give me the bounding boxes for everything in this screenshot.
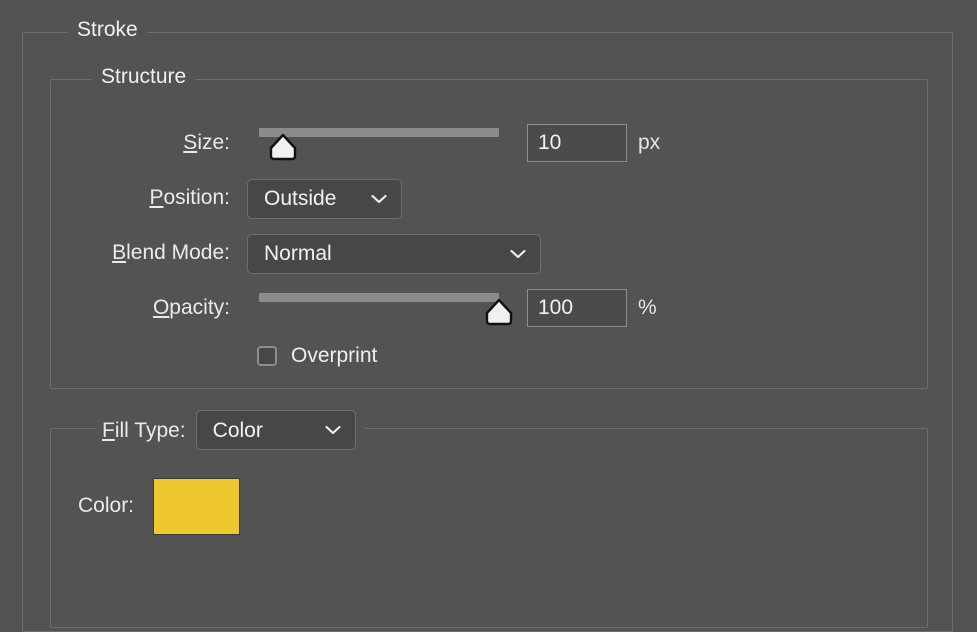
position-dropdown[interactable]: Outside xyxy=(247,179,402,219)
blend-mode-label-mnemonic: B xyxy=(112,241,127,264)
overprint-checkbox-row[interactable]: Overprint xyxy=(257,344,377,368)
fill-type-label: Fill Type: xyxy=(102,420,186,441)
fill-type-group-legend: Fill Type: Color xyxy=(96,410,365,450)
fill-type-label-text: ill Type: xyxy=(114,418,186,442)
color-label: Color: xyxy=(78,494,135,517)
overprint-checkbox[interactable] xyxy=(257,346,277,366)
position-label-mnemonic: P xyxy=(149,186,164,209)
chevron-down-icon xyxy=(325,425,341,435)
stroke-group-title: Stroke xyxy=(68,19,147,40)
size-label-text: ize: xyxy=(197,131,230,154)
position-label-text: osition: xyxy=(163,186,230,209)
opacity-input[interactable] xyxy=(527,289,627,327)
opacity-label: Opacity: xyxy=(40,296,230,320)
opacity-slider-track[interactable] xyxy=(259,293,499,302)
opacity-label-text: pacity: xyxy=(169,296,230,319)
opacity-slider-thumb[interactable] xyxy=(484,298,514,326)
size-label-mnemonic: S xyxy=(183,131,198,154)
color-swatch[interactable] xyxy=(153,478,240,535)
position-dropdown-value: Outside xyxy=(264,187,337,210)
blend-mode-label: Blend Mode: xyxy=(40,241,230,265)
size-unit-label: px xyxy=(638,131,661,154)
size-slider-thumb[interactable] xyxy=(268,133,298,161)
chevron-down-icon xyxy=(371,194,387,204)
chevron-down-icon xyxy=(510,249,526,259)
structure-group-title: Structure xyxy=(92,66,196,87)
position-label: Position: xyxy=(40,186,230,210)
blend-mode-label-text: lend Mode: xyxy=(126,241,230,264)
fill-type-dropdown[interactable]: Color xyxy=(195,410,356,450)
blend-mode-dropdown[interactable]: Normal xyxy=(247,234,541,274)
opacity-slider[interactable] xyxy=(259,293,513,326)
opacity-label-mnemonic: O xyxy=(152,296,170,319)
size-slider[interactable] xyxy=(259,128,499,161)
overprint-label: Overprint xyxy=(291,344,378,367)
size-label: Size: xyxy=(40,131,230,155)
fill-type-dropdown-value: Color xyxy=(212,418,263,442)
size-input[interactable] xyxy=(527,124,627,162)
fill-type-label-mnemonic: F xyxy=(102,418,115,442)
opacity-unit-label: % xyxy=(638,296,657,319)
blend-mode-dropdown-value: Normal xyxy=(264,242,332,265)
